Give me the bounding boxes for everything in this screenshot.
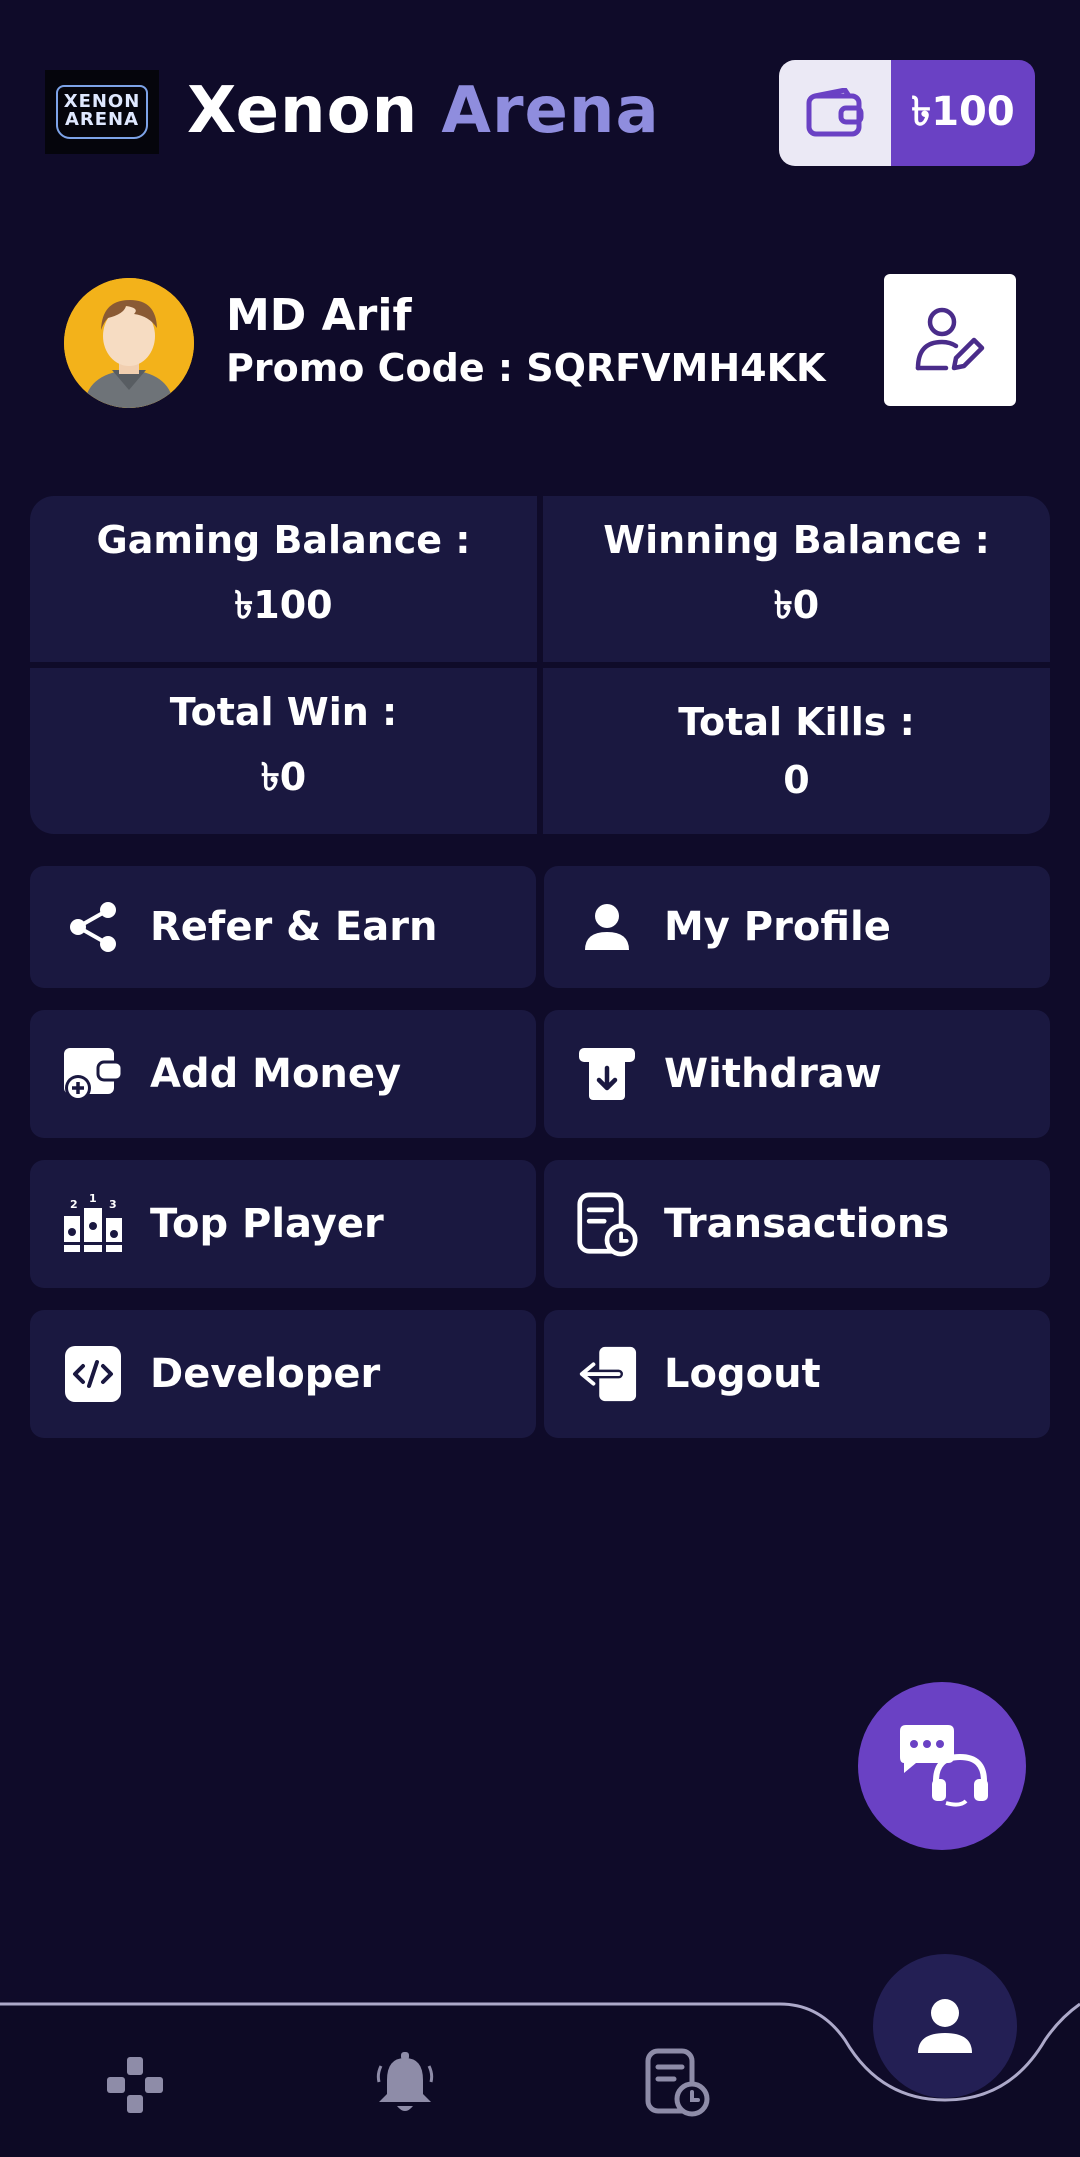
- nav-history[interactable]: [640, 2044, 714, 2120]
- refer-earn-button[interactable]: Refer & Earn: [30, 866, 536, 988]
- profile-section: MD Arif Promo Code : SQRFVMH4KK: [64, 274, 1016, 410]
- history-icon: [645, 2048, 710, 2117]
- nav-profile[interactable]: [873, 1954, 1017, 2098]
- wallet-amount: ৳100: [891, 60, 1035, 166]
- withdraw-button[interactable]: Withdraw: [544, 1010, 1050, 1138]
- app-logo: XENON ARENA: [45, 70, 159, 154]
- wallet-add-icon: [62, 1043, 124, 1105]
- transactions-button[interactable]: Transactions: [544, 1160, 1050, 1288]
- gamepad-icon: [107, 2057, 163, 2113]
- stat-total-win: Total Win : ৳0: [30, 668, 537, 834]
- stat-total-kills: Total Kills : 0: [543, 668, 1050, 834]
- developer-button[interactable]: Developer: [30, 1310, 536, 1438]
- edit-profile-button[interactable]: [884, 274, 1016, 406]
- app-title-part2: Arena: [441, 74, 660, 148]
- menu-label: My Profile: [664, 904, 891, 950]
- menu-label: Add Money: [150, 1051, 402, 1097]
- menu-row: 2 1 3 Top Player Transactions: [30, 1160, 1050, 1288]
- wallet-balance-button[interactable]: ৳100: [779, 60, 1035, 166]
- menu-label: Logout: [664, 1351, 821, 1397]
- stat-label: Winning Balance :: [603, 518, 990, 562]
- stat-value: ৳0: [773, 583, 820, 627]
- bell-icon: [376, 2052, 434, 2111]
- stat-gaming-balance: Gaming Balance : ৳100: [30, 496, 537, 662]
- svg-text:2: 2: [70, 1198, 78, 1211]
- profile-icon: [918, 1999, 972, 2053]
- app-header: XENON ARENA Xenon Arena ৳100: [45, 60, 1035, 166]
- menu-label: Refer & Earn: [150, 904, 438, 950]
- svg-text:1: 1: [89, 1194, 97, 1205]
- wallet-icon: [779, 60, 891, 166]
- stat-winning-balance: Winning Balance : ৳0: [543, 496, 1050, 662]
- svg-text:3: 3: [109, 1198, 117, 1211]
- top-player-button[interactable]: 2 1 3 Top Player: [30, 1160, 536, 1288]
- my-profile-button[interactable]: My Profile: [544, 866, 1050, 988]
- transactions-icon: [576, 1192, 638, 1257]
- user-icon: [576, 896, 638, 958]
- user-name: MD Arif: [226, 290, 412, 341]
- stat-label: Total Kills :: [678, 700, 915, 744]
- user-edit-icon: [915, 307, 985, 371]
- nav-games[interactable]: [100, 2050, 170, 2120]
- menu-grid: Refer & Earn My Profile Add Money Withdr…: [30, 866, 1050, 1460]
- share-icon: [62, 896, 124, 958]
- stat-label: Total Win :: [169, 690, 398, 734]
- logout-icon: [576, 1343, 638, 1405]
- nav-notifications[interactable]: [370, 2046, 440, 2120]
- menu-row: Developer Logout: [30, 1310, 1050, 1438]
- logout-button[interactable]: Logout: [544, 1310, 1050, 1438]
- add-money-button[interactable]: Add Money: [30, 1010, 536, 1138]
- promo-code: Promo Code : SQRFVMH4KK: [226, 346, 826, 390]
- code-icon: [62, 1343, 124, 1405]
- support-chat-button[interactable]: [858, 1682, 1026, 1850]
- menu-label: Transactions: [664, 1201, 950, 1247]
- stat-value: ৳0: [260, 755, 307, 799]
- stat-value: ৳100: [234, 583, 333, 627]
- podium-icon: 2 1 3: [62, 1193, 124, 1255]
- menu-label: Developer: [150, 1351, 381, 1397]
- app-title-part1: Xenon: [187, 74, 419, 148]
- menu-row: Add Money Withdraw: [30, 1010, 1050, 1138]
- stat-label: Gaming Balance :: [96, 518, 471, 562]
- stats-grid: Gaming Balance : ৳100 Winning Balance : …: [30, 496, 1050, 834]
- menu-row: Refer & Earn My Profile: [30, 866, 1050, 988]
- logo-line2: ARENA: [64, 109, 140, 130]
- stat-value: 0: [783, 758, 810, 802]
- support-chat-icon: [900, 1725, 988, 1807]
- avatar: [64, 278, 194, 408]
- menu-label: Top Player: [150, 1201, 384, 1247]
- app-title: Xenon Arena: [187, 74, 660, 148]
- withdraw-icon: [576, 1043, 638, 1105]
- menu-label: Withdraw: [664, 1051, 882, 1097]
